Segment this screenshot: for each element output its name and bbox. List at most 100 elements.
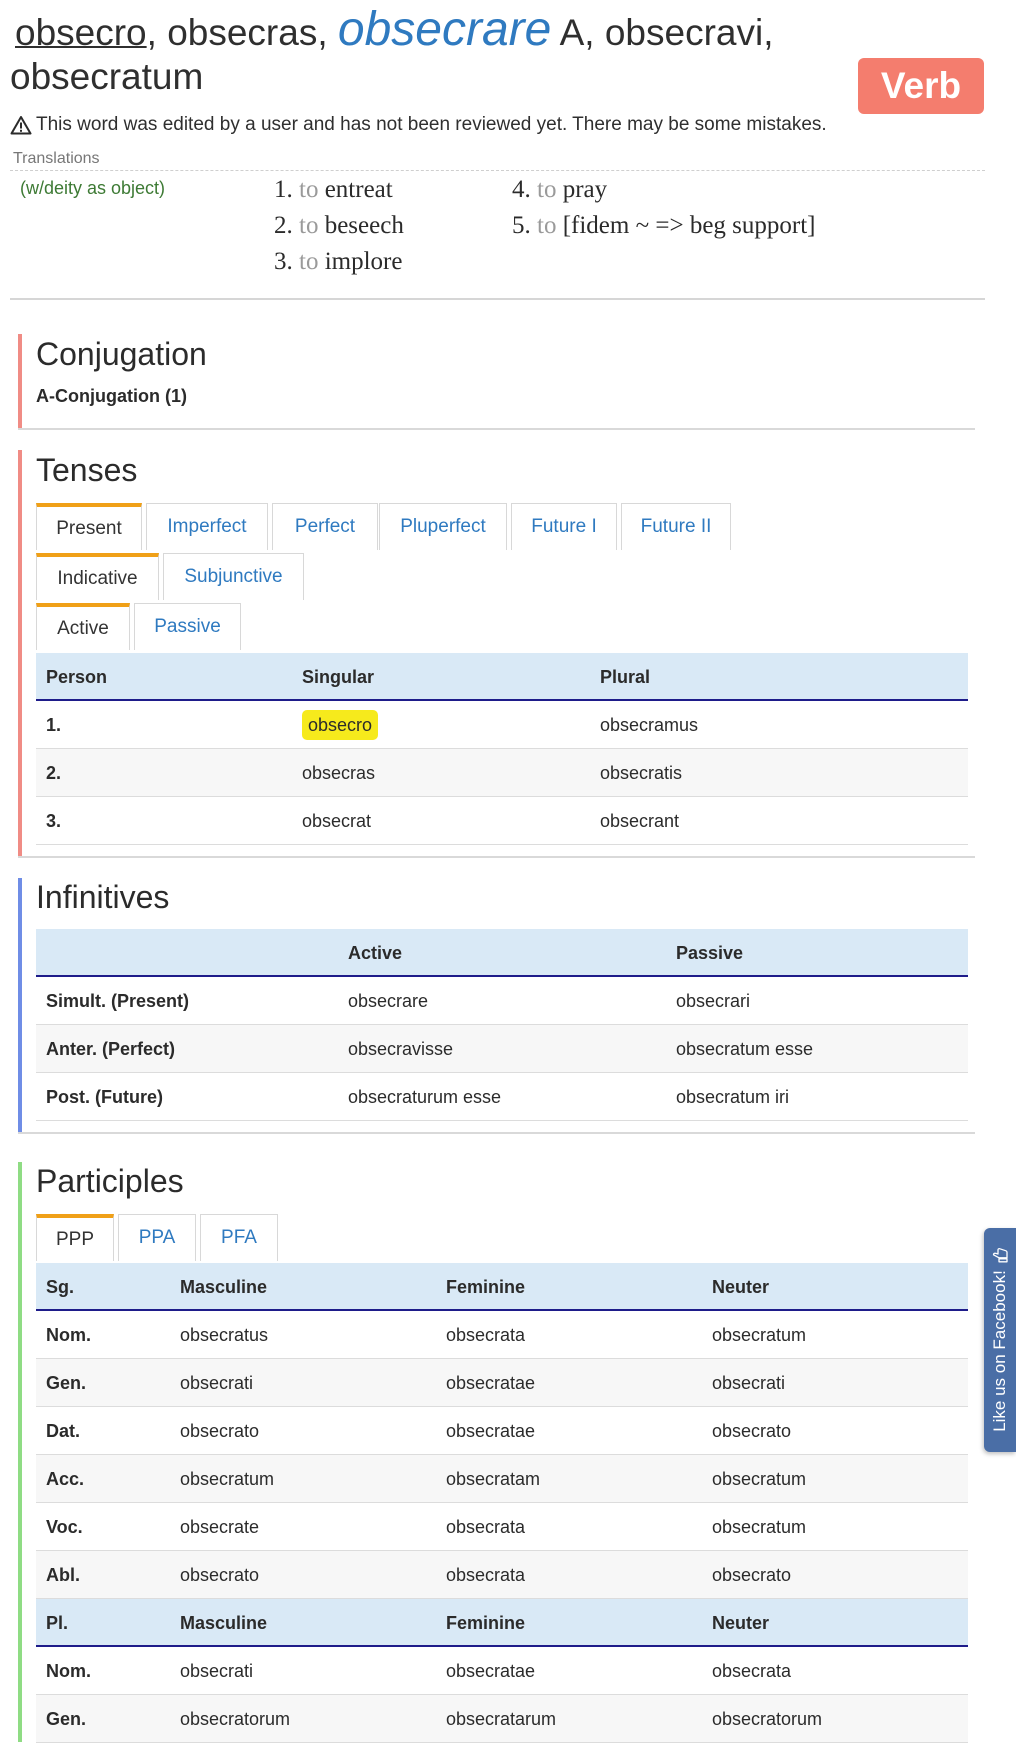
tab-future-i[interactable]: Future I bbox=[511, 503, 617, 550]
active-cell: obsecravisse bbox=[348, 1039, 454, 1059]
part-of-speech-badge: Verb bbox=[858, 58, 984, 114]
table-row: Nom. obsecrati obsecratae obsecrata bbox=[36, 1647, 968, 1695]
facebook-like-widget[interactable]: Like us on Facebook! bbox=[984, 1228, 1016, 1452]
tab-subjunctive[interactable]: Subjunctive bbox=[163, 553, 304, 600]
masculine-cell: obsecrati bbox=[180, 1373, 254, 1393]
infinitives-accent-bar bbox=[18, 878, 22, 1132]
table-row: Simult. (Present) obsecrare obsecrari bbox=[36, 977, 968, 1025]
column-header: Feminine bbox=[446, 1613, 526, 1633]
person-cell: 1. bbox=[46, 715, 62, 735]
tab-active[interactable]: Active bbox=[36, 603, 130, 650]
case-cell: Voc. bbox=[46, 1517, 83, 1537]
conjugation-accent-bar bbox=[18, 334, 22, 429]
translation-text: [fidem ~ => beg support] bbox=[562, 212, 816, 239]
translation-item: 3. to implore bbox=[274, 248, 402, 276]
case-cell: Acc. bbox=[46, 1469, 85, 1489]
tenses-accent-bar bbox=[18, 450, 22, 857]
conjugation-title: Conjugation bbox=[36, 336, 207, 372]
passive-cell: obsecratum iri bbox=[676, 1087, 790, 1107]
column-header: Singular bbox=[302, 667, 375, 687]
table-row: Gen. obsecratorum obsecratarum obsecrato… bbox=[36, 1695, 968, 1743]
translation-item: 1. to entreat bbox=[274, 176, 393, 204]
tab-pfa[interactable]: PFA bbox=[200, 1214, 278, 1261]
table-row: 1. obsecro obsecramus bbox=[36, 701, 968, 749]
person-cell: 2. bbox=[46, 763, 62, 783]
table-row: 3. obsecrat obsecrant bbox=[36, 797, 968, 845]
translation-text: entreat bbox=[324, 176, 393, 203]
neuter-cell: obsecratorum bbox=[712, 1709, 823, 1729]
passive-cell: obsecratum esse bbox=[676, 1039, 814, 1059]
table-row: Anter. (Perfect) obsecravisse obsecratum… bbox=[36, 1025, 968, 1073]
feminine-cell: obsecratae bbox=[446, 1373, 536, 1393]
column-header: Masculine bbox=[180, 1613, 268, 1633]
translation-text: implore bbox=[324, 248, 403, 275]
neuter-cell: obsecrato bbox=[712, 1565, 792, 1585]
masculine-cell: obsecratorum bbox=[180, 1709, 291, 1729]
tab-perfect[interactable]: Perfect bbox=[272, 503, 378, 550]
tab-passive[interactable]: Passive bbox=[134, 603, 241, 650]
masculine-cell: obsecrato bbox=[180, 1421, 260, 1441]
neuter-cell: obsecratum bbox=[712, 1469, 807, 1489]
table-row: Post. (Future) obsecraturum esse obsecra… bbox=[36, 1073, 968, 1121]
neuter-cell: obsecrata bbox=[712, 1661, 792, 1681]
feminine-cell: obsecrata bbox=[446, 1565, 526, 1585]
translations-label: Translations bbox=[13, 150, 100, 167]
neuter-cell: obsecrati bbox=[712, 1373, 786, 1393]
table-header-row: Pl. Masculine Feminine Neuter bbox=[36, 1599, 968, 1647]
table-row: Voc. obsecrate obsecrata obsecratum bbox=[36, 1503, 968, 1551]
tab-pluperfect[interactable]: Pluperfect bbox=[379, 503, 507, 550]
column-header: Passive bbox=[676, 943, 744, 963]
neuter-cell: obsecrato bbox=[712, 1421, 792, 1441]
case-cell: Dat. bbox=[46, 1421, 81, 1441]
section-divider bbox=[18, 856, 975, 858]
tenses-table: Person Singular Plural 1. obsecro obsecr… bbox=[36, 653, 968, 845]
translation-note: (w/deity as object) bbox=[20, 178, 166, 198]
active-cell: obsecraturum esse bbox=[348, 1087, 502, 1107]
masculine-cell: obsecrati bbox=[180, 1661, 254, 1681]
translation-number: 1. bbox=[274, 176, 293, 203]
singular-cell: obsecro bbox=[302, 701, 379, 749]
table-header-row: Active Passive bbox=[36, 929, 968, 977]
tab-ppa[interactable]: PPA bbox=[118, 1214, 196, 1261]
warning-icon bbox=[10, 116, 32, 135]
translation-text: beseech bbox=[324, 212, 404, 239]
table-header-row: Sg. Masculine Feminine Neuter bbox=[36, 1263, 968, 1311]
translation-text: pray bbox=[562, 176, 608, 203]
feminine-cell: obsecratae bbox=[446, 1421, 536, 1441]
masculine-cell: obsecrate bbox=[180, 1517, 260, 1537]
translation-to: to bbox=[537, 176, 557, 203]
passive-cell: obsecrari bbox=[676, 991, 751, 1011]
tab-future-ii[interactable]: Future II bbox=[621, 503, 731, 550]
table-row: Dat. obsecrato obsecratae obsecrato bbox=[36, 1407, 968, 1455]
case-cell: Nom. bbox=[46, 1325, 91, 1345]
column-header: Masculine bbox=[180, 1277, 268, 1297]
translation-item: 5. to [fidem ~ => beg support] bbox=[512, 212, 816, 240]
tab-imperfect[interactable]: Imperfect bbox=[146, 503, 268, 550]
participles-accent-bar bbox=[18, 1162, 22, 1742]
principal-part-2: , obsecras, bbox=[146, 12, 338, 53]
feminine-cell: obsecratam bbox=[446, 1469, 541, 1489]
infinitive-form: obsecrare bbox=[337, 3, 552, 56]
word-title: obsecro, obsecras, obsecrare A, obsecrav… bbox=[10, 6, 850, 99]
infinitives-title: Infinitives bbox=[36, 879, 170, 915]
case-cell: Gen. bbox=[46, 1709, 87, 1729]
feminine-cell: obsecrata bbox=[446, 1517, 526, 1537]
lemma-link[interactable]: obsecro bbox=[15, 12, 147, 53]
tab-indicative[interactable]: Indicative bbox=[36, 553, 159, 600]
plural-cell: obsecratis bbox=[600, 763, 683, 783]
translation-to: to bbox=[299, 176, 319, 203]
tab-present[interactable]: Present bbox=[36, 503, 142, 550]
translation-number: 5. bbox=[512, 212, 531, 239]
tab-ppp[interactable]: PPP bbox=[36, 1214, 114, 1261]
plural-cell: obsecrant bbox=[600, 811, 680, 831]
table-row: Acc. obsecratum obsecratam obsecratum bbox=[36, 1455, 968, 1503]
table-row: Nom. obsecratus obsecrata obsecratum bbox=[36, 1311, 968, 1359]
row-header: Anter. (Perfect) bbox=[46, 1039, 176, 1059]
thumbs-up-icon bbox=[992, 1248, 1008, 1263]
column-header: Plural bbox=[600, 667, 651, 687]
table-row: Abl. obsecrato obsecrata obsecrato bbox=[36, 1551, 968, 1599]
neuter-cell: obsecratum bbox=[712, 1517, 807, 1537]
neuter-cell: obsecratum bbox=[712, 1325, 807, 1345]
column-header: Neuter bbox=[712, 1613, 770, 1633]
column-header: Person bbox=[46, 667, 108, 687]
